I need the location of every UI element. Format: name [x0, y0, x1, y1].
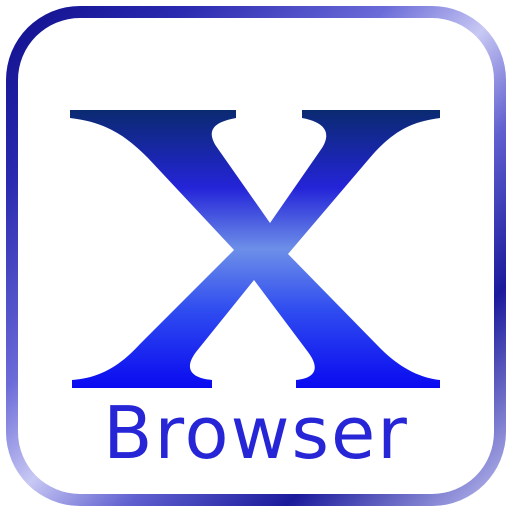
app-icon-face: Browser — [18, 18, 494, 494]
x-logo-glyph — [70, 110, 440, 388]
app-icon-frame[interactable]: Browser — [6, 6, 506, 506]
browser-label: Browser — [103, 391, 409, 475]
